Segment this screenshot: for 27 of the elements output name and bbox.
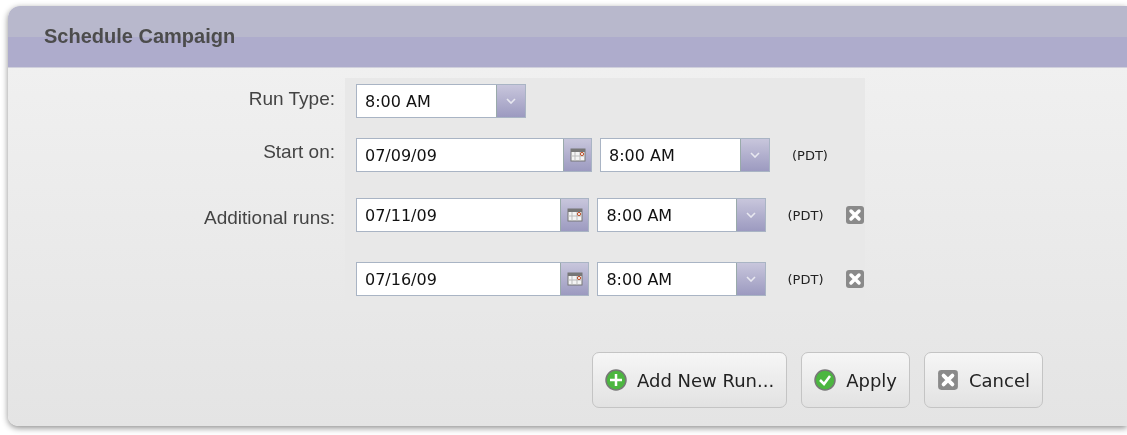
- dialog-title: Schedule Campaign: [44, 25, 236, 48]
- date-field[interactable]: 07/09/09: [356, 138, 592, 172]
- field-label: Run Type:: [247, 87, 335, 110]
- date-field[interactable]: 07/11/09: [356, 198, 590, 232]
- calendar-icon[interactable]: [560, 199, 589, 231]
- cancel-button[interactable]: Cancel: [924, 352, 1043, 408]
- apply-button[interactable]: Apply: [801, 352, 910, 408]
- field-label: Start on:: [262, 141, 335, 163]
- timezone-label: (PDT): [792, 147, 829, 163]
- timezone-label: (PDT): [787, 271, 825, 287]
- time-dropdown[interactable]: 8:00 AM: [597, 198, 766, 232]
- calendar-icon[interactable]: [560, 263, 589, 295]
- remove-button[interactable]: [845, 205, 865, 225]
- calendar-icon[interactable]: [563, 139, 591, 171]
- plus-icon: [604, 369, 627, 391]
- check-icon: [814, 369, 837, 391]
- time-dropdown[interactable]: 8:00 AM: [597, 262, 766, 296]
- time-dropdown[interactable]: 8:00 AM: [600, 138, 770, 172]
- field-label: Additional runs:: [203, 207, 335, 229]
- run-type-dropdown[interactable]: 8:00 AM: [356, 84, 526, 118]
- timezone-label: (PDT): [787, 207, 825, 223]
- add-button[interactable]: Add New Run...: [591, 352, 788, 408]
- date-field[interactable]: 07/16/09: [356, 262, 590, 296]
- remove-icon: [845, 269, 865, 289]
- remove-icon: [845, 205, 865, 225]
- close-icon: [937, 369, 959, 391]
- remove-button[interactable]: [845, 269, 865, 289]
